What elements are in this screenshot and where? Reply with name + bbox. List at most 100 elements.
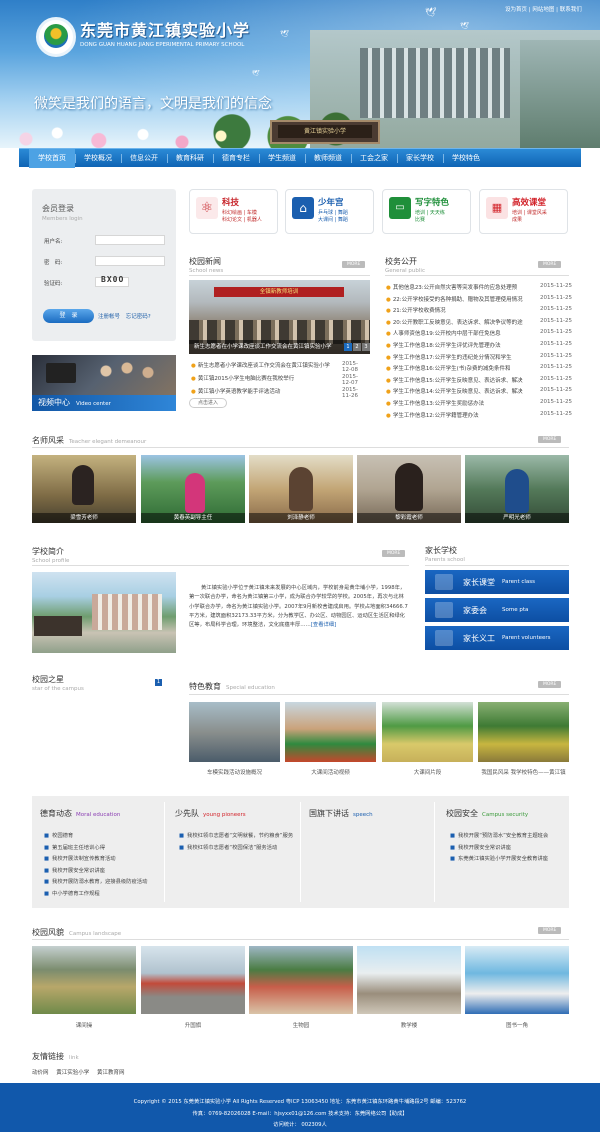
teacher-photo[interactable]: 梁雪芳老师 (32, 455, 136, 523)
disclosure-title-text[interactable]: 学生工作信息12:公开学籍管理办法 (393, 413, 479, 419)
feature-links[interactable]: 乒乓球 | 舞蹈 大课间 | 舞蹈 (318, 210, 374, 224)
nav-item[interactable]: 学校首页 (29, 149, 75, 168)
nav-item[interactable]: 信息公开 (121, 149, 167, 168)
list-item[interactable]: ● 学生工作信息12:公开学籍管理办法 (386, 411, 479, 419)
list-item[interactable]: ● 20:公开教职工反映意见、表达诉求、解决争议等的途 (386, 318, 523, 326)
column-item-text[interactable]: 我校红领巾志愿者“文明就餐，节约粮食”服务 (187, 833, 293, 839)
top-links[interactable]: 设为首页 | 网站地图 | 联系我们 (505, 5, 582, 13)
column-item-text[interactable]: 我校红领巾志愿者“校园保洁”服务活动 (187, 845, 277, 851)
disclosure-title-text[interactable]: 22:公开学校接受的各种捐助、赠物及其管理使用情况 (393, 297, 523, 303)
more-button[interactable]: MORE (342, 261, 366, 268)
volunteers-button[interactable]: 家长义工 Parent volunteers (425, 626, 569, 650)
forgot-password-link[interactable]: 忘记密码? (126, 314, 151, 320)
photo-caption[interactable]: 我国民风采 我学校特色——黄江镇 (478, 768, 569, 776)
more-button[interactable]: MORE (382, 550, 406, 557)
teacher-photo[interactable]: 黄春英副导主任 (141, 455, 245, 523)
disclosure-title-text[interactable]: 学生工作信息17:公开学生的违纪处分情况和学生 (393, 355, 512, 361)
more-button[interactable]: MORE (538, 927, 562, 934)
list-item[interactable]: ● 其他信息23:公开自然灾害等突发事件的应急处理预 (386, 283, 517, 291)
nav-item[interactable]: 学校概况 (75, 149, 121, 168)
list-item[interactable]: ■ 中小学德育工作规程 (44, 889, 100, 897)
teacher-photo[interactable]: 刘泽静老师 (249, 455, 353, 523)
nav-item[interactable]: 教师频道 (305, 149, 351, 168)
list-item[interactable]: ● 新生志愿者小学课改座谈工作交流会在黄江镇实验小学 (191, 361, 330, 369)
special-photo[interactable] (285, 702, 376, 762)
special-photo[interactable] (478, 702, 569, 762)
feature-links[interactable]: 科幻绘画 | 车模 科幻论文 | 机器人 (222, 210, 278, 224)
column-item-text[interactable]: 我校开展安全常识讲座 (458, 845, 511, 851)
feature-writing[interactable]: ▭ 写字特色 培训 | 天天练 比赛 (382, 189, 471, 234)
parent-class-button[interactable]: 家长课堂 Parent class (425, 570, 569, 594)
page-dot[interactable]: 1 (344, 343, 352, 351)
list-item[interactable]: ● 学生工作信息14:公开学生反映意见、表达诉求、解决 (386, 387, 523, 395)
column-item-text[interactable]: 我校开展法制宣传教育活动 (52, 856, 116, 862)
feature-youth-palace[interactable]: ⌂ 少年宫 乒乓球 | 舞蹈 大课间 | 舞蹈 (285, 189, 374, 234)
nav-item[interactable]: 工会之家 (351, 149, 397, 168)
disclosure-title-text[interactable]: 学生工作信息15:公开学生反映意见、表达诉求、解决 (393, 378, 523, 384)
list-item[interactable]: ■ 第五届班主任培训心得 (44, 843, 105, 851)
enter-button[interactable]: 点击进入 (189, 398, 227, 408)
list-item[interactable]: ■ 校园德育 (44, 831, 73, 839)
photo-caption[interactable]: 图书一角 (465, 1021, 569, 1029)
login-button[interactable]: 登 录 (43, 309, 94, 323)
news-title[interactable]: 黄江镇2015小学生电脑比赛在我校举行 (198, 376, 295, 382)
nav-item[interactable]: 家长学校 (397, 149, 443, 168)
username-input[interactable] (95, 235, 165, 245)
list-item[interactable]: ● 黄江镇小学英语教学能手评选活动 (191, 387, 280, 395)
campus-photo[interactable] (141, 946, 245, 1014)
feature-classroom[interactable]: ▦ 高效课堂 培训 | 课堂风采 成果 (479, 189, 568, 234)
photo-caption[interactable]: 车模实践活动设施概况 (189, 768, 280, 776)
read-more-link[interactable]: [查看详细] (311, 622, 336, 628)
list-item[interactable]: ■ 我校红领巾志愿者“校园保洁”服务活动 (179, 843, 277, 851)
column-item-text[interactable]: 我校开展“预防溺水”安全教育主题班会 (458, 833, 548, 839)
list-item[interactable]: ■ 我校开展安全常识讲座 (44, 866, 105, 874)
nav-item[interactable]: 学生频道 (259, 149, 305, 168)
teacher-photo[interactable]: 严明光老师 (465, 455, 569, 523)
campus-photo[interactable] (32, 946, 136, 1014)
list-item[interactable]: ■ 我校红领巾志愿者“文明就餐，节约粮食”服务 (179, 831, 293, 839)
pta-button[interactable]: 家委会 Some pta (425, 598, 569, 622)
list-item[interactable]: ■ 我校开展法制宣传教育活动 (44, 854, 116, 862)
list-item[interactable]: ● 学生工作信息17:公开学生的违纪处分情况和学生 (386, 353, 512, 361)
list-item[interactable]: ■ 我校开展防溺水教育，迎接县级防疫活动 (44, 877, 147, 885)
disclosure-title-text[interactable]: 20:公开教职工反映意见、表达诉求、解决争议等的途 (393, 320, 523, 326)
column-item-text[interactable]: 东莞黄江镇实验小学开展安全教育讲座 (458, 856, 548, 862)
teacher-photo[interactable]: 黎彩霞老师 (357, 455, 461, 523)
nav-item[interactable]: 学校特色 (443, 149, 489, 168)
page-dot[interactable]: 3 (362, 343, 370, 351)
news-title[interactable]: 黄江镇小学英语教学能手评选活动 (198, 389, 281, 395)
special-photo[interactable] (382, 702, 473, 762)
campus-photo[interactable] (465, 946, 569, 1014)
column-item-text[interactable]: 我校开展安全常识讲座 (52, 868, 105, 874)
news-title[interactable]: 新生志愿者小学课改座谈工作交流会在黄江镇实验小学 (198, 363, 330, 369)
friend-link[interactable]: 黄江实验小学 (56, 1070, 89, 1076)
column-item-text[interactable]: 第五届班主任培训心得 (52, 845, 105, 851)
star-badge[interactable]: 1 (155, 679, 162, 686)
list-item[interactable]: ● 人事师资信息19:公开校内中层干部任免信息 (386, 329, 501, 337)
nav-item[interactable]: 教育科研 (167, 149, 213, 168)
campus-photo[interactable] (249, 946, 353, 1014)
news-caption[interactable]: 新生志愿者在小学课改座谈工作交流会在黄江镇实验小学 (189, 340, 370, 354)
list-item[interactable]: ● 学生工作信息18:公开学生评优评先管理办法 (386, 341, 501, 349)
friend-link[interactable]: 动价网 (32, 1070, 49, 1076)
column-item-text[interactable]: 校园德育 (52, 833, 73, 839)
campus-photo[interactable] (357, 946, 461, 1014)
disclosure-title-text[interactable]: 其他信息23:公开自然灾害等突发事件的应急处理预 (393, 285, 517, 291)
feature-links[interactable]: 培训 | 课堂风采 成果 (512, 210, 568, 224)
nav-item[interactable]: 德育专栏 (213, 149, 259, 168)
disclosure-title-text[interactable]: 学生工作信息13:公开学生奖励惩办法 (393, 401, 484, 407)
disclosure-title-text[interactable]: 人事师资信息19:公开校内中层干部任免信息 (393, 331, 501, 337)
captcha-image[interactable]: BX0O (101, 275, 124, 284)
list-item[interactable]: ● 黄江镇2015小学生电脑比赛在我校举行 (191, 374, 294, 382)
disclosure-title-text[interactable]: 学生工作信息14:公开学生反映意见、表达诉求、解决 (393, 389, 523, 395)
more-button[interactable]: MORE (538, 261, 562, 268)
list-item[interactable]: ● 学生工作信息16:公开学生(书)杂费的减免条件和 (386, 364, 510, 372)
more-button[interactable]: MORE (538, 436, 562, 443)
password-input[interactable] (95, 256, 165, 266)
list-item[interactable]: ■ 我校开展“预防溺水”安全教育主题班会 (450, 831, 548, 839)
column-item-text[interactable]: 中小学德育工作规程 (52, 891, 100, 897)
photo-caption[interactable]: 生物园 (249, 1021, 353, 1029)
more-button[interactable]: MORE (538, 681, 562, 688)
disclosure-title-text[interactable]: 学生工作信息18:公开学生评优评先管理办法 (393, 343, 501, 349)
list-item[interactable]: ● 22:公开学校接受的各种捐助、赠物及其管理使用情况 (386, 295, 523, 303)
